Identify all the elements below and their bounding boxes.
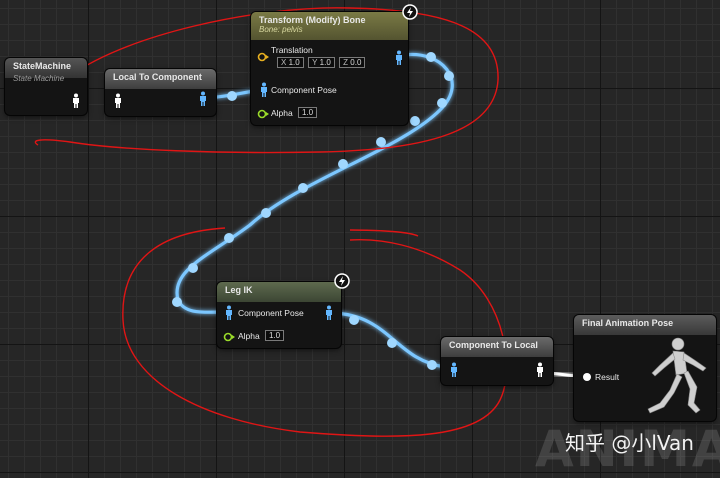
final-pose-header: Final Animation Pose: [574, 315, 716, 335]
alpha-pin-icon[interactable]: [257, 109, 269, 119]
legik-header: Leg IK: [217, 282, 341, 302]
ltc-header: Local To Component: [105, 69, 216, 89]
ctl-header: Component To Local: [441, 337, 553, 357]
transform-bone-subtitle: Bone: pelvis: [259, 25, 303, 34]
translation-fields: X 1.0 Y 1.0 Z 0.0: [275, 57, 366, 68]
translation-x-field[interactable]: X 1.0: [277, 57, 304, 68]
lightning-icon: [334, 273, 350, 289]
translation-pin-icon[interactable]: [257, 52, 269, 62]
alpha-field[interactable]: 1.0: [265, 330, 285, 341]
local-to-component-node[interactable]: Local To Component: [105, 69, 216, 116]
alpha-field[interactable]: 1.0: [298, 107, 318, 118]
result-label: Result: [595, 372, 620, 382]
pose-output-icon[interactable]: [535, 362, 545, 378]
component-to-local-node[interactable]: Component To Local: [441, 337, 553, 385]
component-pose-label: Component Pose: [271, 85, 337, 95]
statemachine-subtitle: State Machine: [13, 74, 65, 83]
pose-output-icon[interactable]: [198, 91, 208, 107]
alpha-label: Alpha: [238, 331, 260, 341]
pose-output-icon[interactable]: [324, 305, 334, 321]
x-axis-label: X: [281, 58, 287, 67]
pose-input-icon[interactable]: [449, 362, 459, 378]
translation-y-field[interactable]: Y 1.0: [308, 57, 335, 68]
transform-title: Transform (Modify) Bone: [259, 15, 366, 25]
statemachine-node[interactable]: StateMachine State Machine: [5, 58, 87, 115]
result-pin-icon[interactable]: [581, 371, 593, 383]
final-animation-pose-node[interactable]: Final Animation Pose Result: [574, 315, 716, 421]
z-value: 0.0: [350, 58, 362, 67]
alpha-pin-icon[interactable]: [223, 332, 235, 342]
leg-ik-node[interactable]: Leg IK Component Pose Alpha 1.0: [217, 273, 350, 348]
translation-label: Translation: [271, 45, 313, 55]
transform-header: Transform (Modify) Bone Bone: pelvis: [251, 12, 408, 40]
pose-input-icon[interactable]: [113, 93, 123, 109]
component-pose-label: Component Pose: [238, 308, 304, 318]
x-value: 1.0: [288, 58, 300, 67]
pose-output-icon[interactable]: [394, 50, 404, 66]
pose-input-icon[interactable]: [259, 82, 269, 98]
translation-z-field[interactable]: Z 0.0: [339, 57, 366, 68]
y-axis-label: Y: [312, 58, 318, 67]
pose-input-icon[interactable]: [224, 305, 234, 321]
transform-bone-node[interactable]: Transform (Modify) Bone Bone: pelvis Tra…: [251, 4, 418, 125]
pose-output-icon[interactable]: [71, 93, 81, 109]
z-axis-label: Z: [343, 58, 349, 67]
y-value: 1.0: [319, 58, 331, 67]
alpha-label: Alpha: [271, 108, 293, 118]
running-mannequin-icon: [647, 337, 707, 414]
watermark-text: 知乎 @小lVan: [565, 431, 694, 455]
lightning-icon: [402, 4, 418, 20]
